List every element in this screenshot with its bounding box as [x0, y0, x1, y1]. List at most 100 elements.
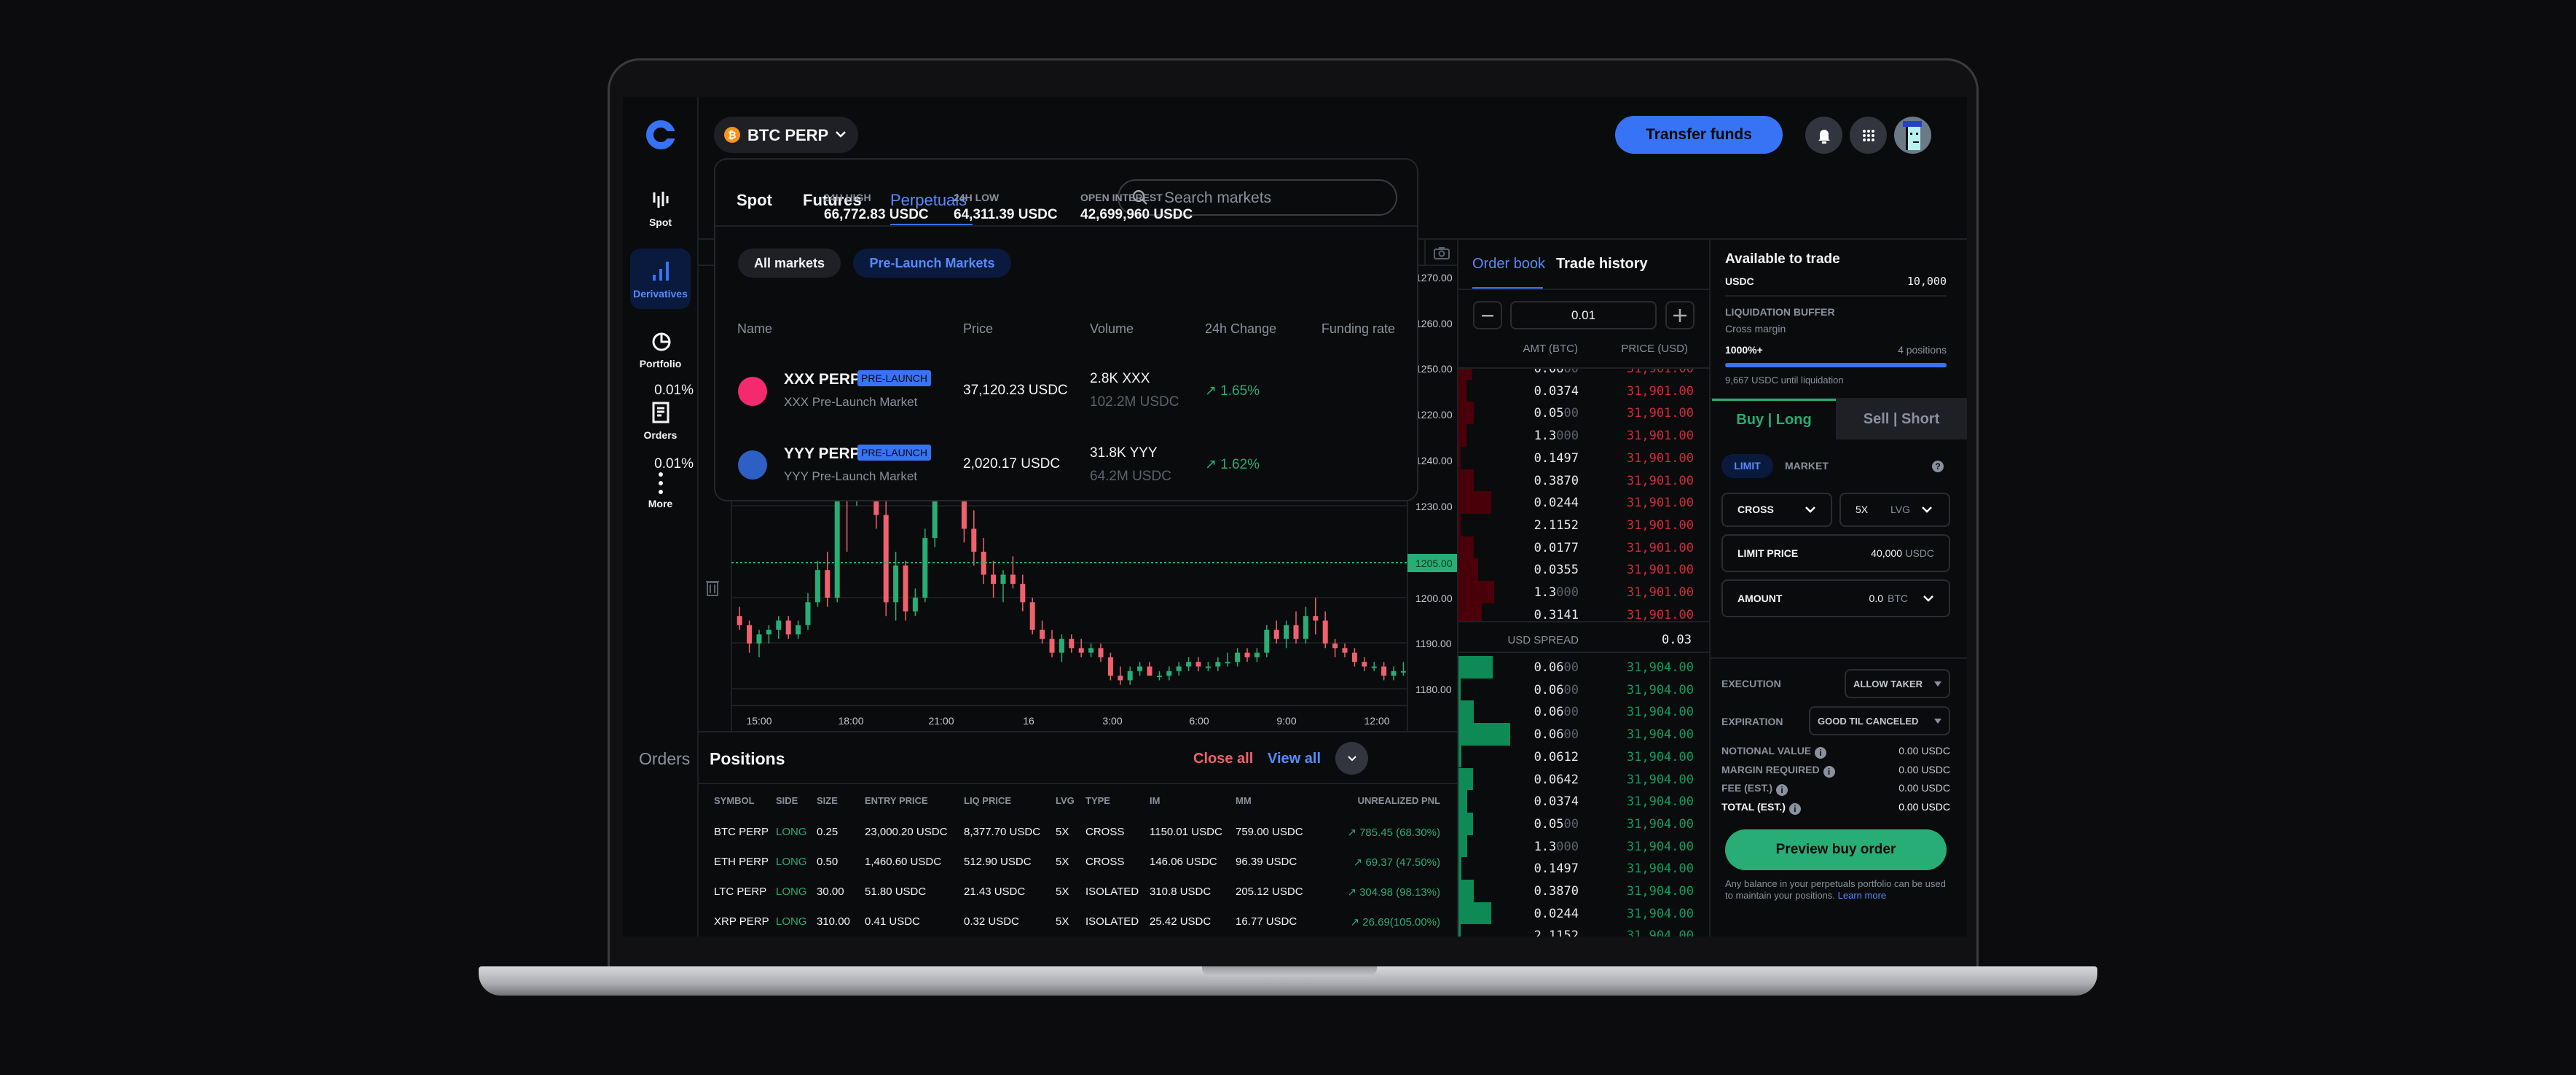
execution-select[interactable]: ALLOW TAKER — [1845, 669, 1950, 698]
step-decrease-button[interactable] — [1473, 301, 1502, 329]
chevron-down-icon — [836, 131, 846, 138]
info-icon[interactable]: i — [1776, 784, 1788, 796]
tab-positions[interactable]: Positions — [710, 749, 785, 769]
orderbook-row[interactable]: 2.1152 31,904.00 — [1458, 924, 1710, 937]
collapse-button[interactable] — [1335, 742, 1368, 775]
preview-buy-order-button[interactable]: Preview buy order — [1725, 829, 1947, 870]
x-tick-label: 6:00 — [1189, 715, 1209, 727]
sidebar-item-orders[interactable]: Orders — [630, 390, 691, 450]
orderbook-price: 31,901.00 — [1626, 473, 1694, 488]
coinbase-logo-icon[interactable] — [646, 120, 675, 149]
orderbook-row[interactable]: 0.0642 31,904.00 — [1458, 767, 1710, 791]
transfer-funds-button[interactable]: Transfer funds — [1615, 116, 1783, 154]
more-icon — [659, 472, 663, 494]
apps-button[interactable] — [1850, 117, 1887, 154]
tab-spot[interactable]: Spot — [737, 191, 772, 210]
orderbook-row[interactable]: 0.3870 31,904.00 — [1458, 880, 1710, 902]
orderbook-row[interactable]: 1.3000 31,904.00 — [1458, 834, 1710, 858]
candle-body — [1362, 662, 1367, 667]
orderbook-amount: 0.0244 — [1534, 496, 1579, 511]
amount-trailing-zeros: 00 — [1563, 682, 1579, 697]
sidebar-item-portfolio[interactable]: Portfolio — [630, 320, 691, 380]
expiration-select[interactable]: GOOD TIL CANCELED — [1809, 706, 1950, 735]
amount-trailing-zeros: 00 — [1563, 816, 1579, 832]
orderbook-row[interactable]: 0.0600 31,901.00 — [1458, 369, 1710, 380]
orderbook-amount: 0.0612 — [1534, 749, 1579, 765]
orderbook-row[interactable]: 1.3000 31,901.00 — [1458, 581, 1710, 603]
step-input[interactable]: 0.01 — [1510, 301, 1657, 329]
search-placeholder: Search markets — [1164, 189, 1272, 206]
info-icon[interactable]: i — [1823, 766, 1835, 778]
orderbook-row[interactable]: 0.1497 31,901.00 — [1458, 446, 1710, 469]
step-increase-button[interactable] — [1665, 301, 1695, 329]
chip-all-markets[interactable]: All markets — [738, 249, 841, 278]
candle-body — [814, 570, 820, 603]
depth-bar — [1458, 558, 1479, 581]
col-funding-rate: Funding rate — [1321, 321, 1395, 336]
execution-label: EXECUTION — [1721, 678, 1781, 689]
candle-body — [1254, 652, 1260, 657]
orderbook-row[interactable]: 0.3141 31,901.00 — [1458, 603, 1710, 621]
spot-icon — [653, 192, 669, 208]
order-type-market[interactable]: MARKET — [1785, 460, 1829, 472]
market-selector[interactable]: ₿ BTC PERP — [714, 117, 858, 153]
info-icon[interactable]: i — [1788, 803, 1801, 815]
orderbook-row[interactable]: 0.0612 31,904.00 — [1458, 745, 1710, 768]
tab-orders[interactable]: Orders — [639, 749, 690, 769]
candle-body — [1391, 671, 1397, 676]
orderbook-row[interactable]: 0.0600 31,904.00 — [1458, 656, 1710, 679]
orderbook-row[interactable]: 0.0355 31,901.00 — [1458, 558, 1710, 581]
orderbook-row[interactable]: 0.0500 31,904.00 — [1458, 812, 1710, 835]
candle-body — [883, 515, 889, 603]
chip-pre-launch-markets[interactable]: Pre-Launch Markets — [853, 249, 1011, 278]
sell-short-tab[interactable]: Sell | Short — [1836, 399, 1967, 439]
tab-trade-history[interactable]: Trade history — [1556, 256, 1648, 273]
view-all-button[interactable]: View all — [1268, 751, 1321, 767]
sidebar-label: Orders — [643, 429, 678, 441]
leverage-select[interactable]: 5X LVG — [1839, 493, 1950, 527]
candle-body — [1322, 620, 1328, 644]
margin-mode-select[interactable]: CROSS — [1721, 493, 1832, 527]
notifications-button[interactable] — [1805, 117, 1842, 154]
limit-price-field[interactable]: LIMIT PRICE 40,000 USDC — [1721, 534, 1950, 572]
info-icon[interactable]: i — [1815, 747, 1827, 759]
orderbook-row[interactable]: 0.0177 31,901.00 — [1458, 536, 1710, 559]
sidebar-item-derivatives[interactable]: Derivatives — [630, 249, 691, 309]
trash-icon[interactable] — [704, 578, 720, 597]
orderbook-row[interactable]: 0.0374 31,904.00 — [1458, 790, 1710, 813]
orderbook-row[interactable]: 0.0244 31,901.00 — [1458, 491, 1710, 514]
orderbook-row[interactable]: 0.0500 31,901.00 — [1458, 402, 1710, 425]
tab-order-book[interactable]: Order book — [1472, 256, 1545, 273]
orderbook-row[interactable]: 1.3000 31,901.00 — [1458, 424, 1710, 447]
help-icon[interactable]: ? — [1932, 461, 1944, 472]
orderbook-price: 31,904.00 — [1626, 749, 1694, 765]
market-price: 2,020.17 USDC — [963, 456, 1061, 472]
market-subtitle: XXX Pre-Launch Market — [784, 395, 918, 409]
amount-trailing-zeros: 00 — [1563, 705, 1579, 720]
sidebar-item-spot[interactable]: Spot — [630, 179, 691, 239]
grid-icon — [1862, 129, 1874, 141]
bell-icon — [1818, 129, 1830, 144]
orderbook-row[interactable]: 0.0600 31,904.00 — [1458, 678, 1710, 701]
x-tick-label: 15:00 — [746, 715, 771, 727]
candle-body — [1049, 638, 1055, 653]
orderbook-row[interactable]: 2.1152 31,901.00 — [1458, 513, 1710, 536]
candle-body — [1313, 616, 1319, 621]
depth-bar — [1458, 857, 1462, 880]
market-volume: 31.8K YYY — [1090, 445, 1158, 461]
orderbook-row[interactable]: 0.0374 31,901.00 — [1458, 379, 1710, 402]
orderbook-row[interactable]: 0.0600 31,904.00 — [1458, 700, 1710, 724]
orderbook-row[interactable]: 0.0600 31,904.00 — [1458, 723, 1710, 746]
avatar[interactable] — [1894, 117, 1931, 154]
orderbook-row[interactable]: 0.1497 31,904.00 — [1458, 857, 1710, 880]
camera-icon[interactable] — [1433, 246, 1450, 260]
orderbook-row[interactable]: 0.0244 31,904.00 — [1458, 902, 1710, 925]
amount-field[interactable]: AMOUNT 0.0 BTC — [1721, 579, 1950, 617]
candle-body — [991, 574, 997, 585]
close-all-button[interactable]: Close all — [1193, 751, 1253, 767]
order-type-limit[interactable]: LIMIT — [1721, 454, 1773, 478]
orderbook-row[interactable]: 0.3870 31,901.00 — [1458, 469, 1710, 492]
learn-more-link[interactable]: Learn more — [1838, 890, 1886, 901]
trade-panel-divider — [1709, 239, 1711, 937]
buy-long-tab[interactable]: Buy | Long — [1712, 399, 1836, 439]
